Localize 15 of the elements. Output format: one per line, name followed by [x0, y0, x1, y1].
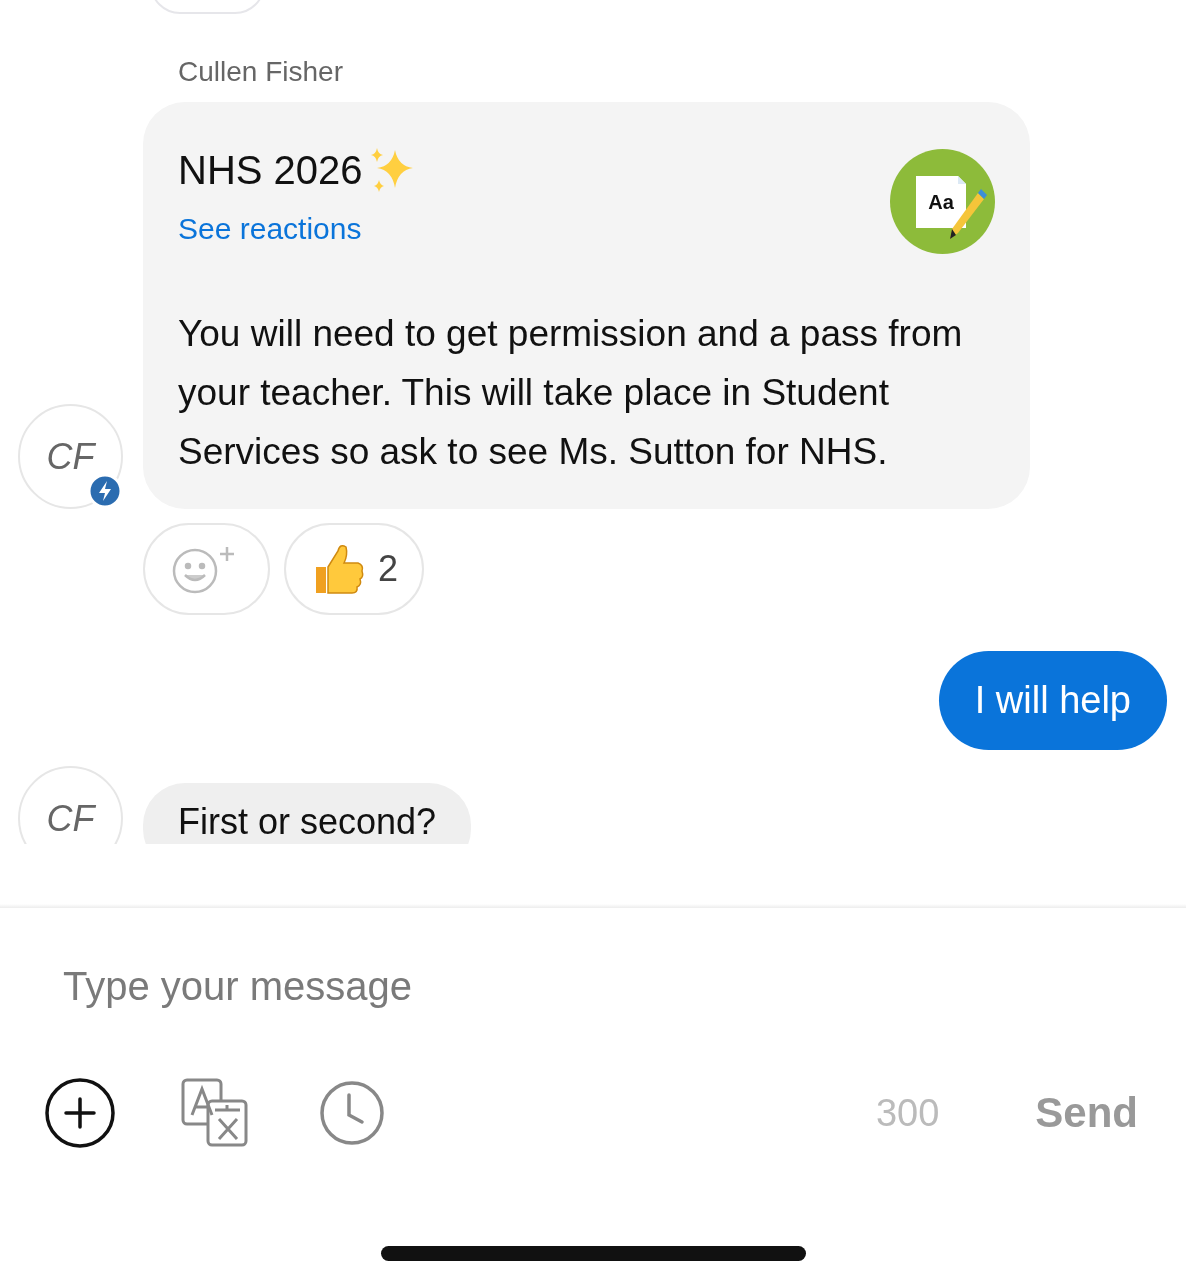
message-text: You will need to get permission and a pass from your teacher. This will take place in Student Services so ask to see Ms. Sutton for NHS.: [178, 312, 964, 474]
character-counter: 300: [875, 1091, 940, 1135]
sender-name: Cullen Fisher: [178, 56, 344, 88]
clock-icon[interactable]: [318, 1079, 386, 1147]
reaction-button[interactable]: 2: [284, 523, 425, 615]
message-input[interactable]: Type your message: [40, 950, 1146, 1023]
avatar[interactable]: CF: [18, 404, 123, 509]
message-bubble: First or second?: [143, 783, 472, 844]
message-bubble: I will help: [938, 651, 1167, 750]
document-pencil-icon: Aa: [890, 149, 995, 254]
lightning-badge-icon: [87, 473, 123, 509]
add-icon[interactable]: [44, 1077, 116, 1149]
see-reactions-link[interactable]: See reactions: [178, 212, 362, 246]
message-title: NHS 2026: [178, 147, 363, 193]
avatar[interactable]: CF: [18, 766, 123, 844]
